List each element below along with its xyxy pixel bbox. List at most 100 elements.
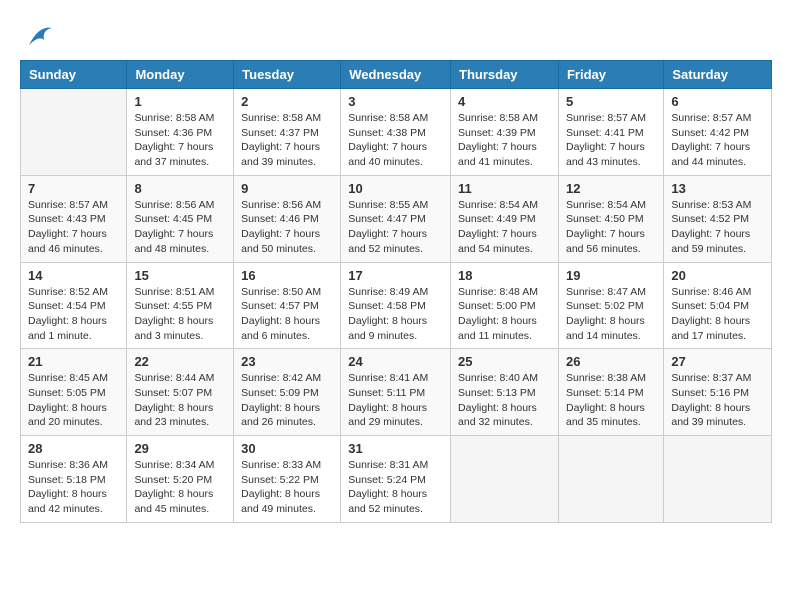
column-header-tuesday: Tuesday [234,61,341,89]
day-cell: 18 Sunrise: 8:48 AMSunset: 5:00 PMDayligh… [451,262,559,349]
day-info: Sunrise: 8:57 AMSunset: 4:41 PMDaylight:… [566,111,656,170]
page-header [20,20,772,50]
day-number: 7 [28,181,119,196]
day-cell: 9Sunrise: 8:56 AMSunset: 4:46 PMDaylight… [234,175,341,262]
day-cell: 16 Sunrise: 8:50 AMSunset: 4:57 PMDayligh… [234,262,341,349]
day-cell: 23 Sunrise: 8:42 AMSunset: 5:09 PMDayligh… [234,349,341,436]
day-number: 23 [241,354,333,369]
day-cell: 20Sunrise: 8:46 AMSunset: 5:04 PMDayligh… [664,262,772,349]
day-info: Sunrise: 8:34 AMSunset: 5:20 PMDaylight:… [134,458,226,517]
day-number: 24 [348,354,443,369]
day-info: Sunrise: 8:45 AMSunset: 5:05 PMDaylight:… [28,371,119,430]
day-cell: 25 Sunrise: 8:40 AMSunset: 5:13 PMDayligh… [451,349,559,436]
calendar-table: SundayMondayTuesdayWednesdayThursdayFrid… [20,60,772,523]
column-header-sunday: Sunday [21,61,127,89]
day-info: Sunrise: 8:47 AMSunset: 5:02 PMDaylight:… [566,285,656,344]
day-info: Sunrise: 8:40 AMSunset: 5:13 PMDaylight:… [458,371,551,430]
day-number: 31 [348,441,443,456]
day-info: Sunrise: 8:51 AMSunset: 4:55 PMDaylight:… [134,285,226,344]
day-number: 11 [458,181,551,196]
day-info: Sunrise: 8:49 AMSunset: 4:58 PMDaylight:… [348,285,443,344]
day-info: Sunrise: 8:58 AMSunset: 4:38 PMDaylight:… [348,111,443,170]
day-number: 14 [28,268,119,283]
day-number: 3 [348,94,443,109]
column-header-monday: Monday [127,61,234,89]
day-number: 22 [134,354,226,369]
day-info: Sunrise: 8:50 AMSunset: 4:57 PMDaylight:… [241,285,333,344]
day-info: Sunrise: 8:58 AMSunset: 4:39 PMDaylight:… [458,111,551,170]
day-info: Sunrise: 8:57 AMSunset: 4:43 PMDaylight:… [28,198,119,257]
day-number: 4 [458,94,551,109]
day-cell: 5 Sunrise: 8:57 AMSunset: 4:41 PMDaylight… [558,89,663,176]
day-cell: 1 Sunrise: 8:58 AMSunset: 4:36 PMDaylight… [127,89,234,176]
day-cell [21,89,127,176]
day-info: Sunrise: 8:53 AMSunset: 4:52 PMDaylight:… [671,198,764,257]
day-info: Sunrise: 8:48 AMSunset: 5:00 PMDaylight:… [458,285,551,344]
day-cell: 10 Sunrise: 8:55 AMSunset: 4:47 PMDayligh… [341,175,451,262]
logo-icon [24,20,54,50]
day-cell: 4 Sunrise: 8:58 AMSunset: 4:39 PMDaylight… [451,89,559,176]
day-cell: 3 Sunrise: 8:58 AMSunset: 4:38 PMDaylight… [341,89,451,176]
column-header-friday: Friday [558,61,663,89]
day-info: Sunrise: 8:33 AMSunset: 5:22 PMDaylight:… [241,458,333,517]
day-number: 5 [566,94,656,109]
day-info: Sunrise: 8:55 AMSunset: 4:47 PMDaylight:… [348,198,443,257]
day-info: Sunrise: 8:44 AMSunset: 5:07 PMDaylight:… [134,371,226,430]
day-number: 16 [241,268,333,283]
day-info: Sunrise: 8:52 AMSunset: 4:54 PMDaylight:… [28,285,119,344]
week-row-1: 1 Sunrise: 8:58 AMSunset: 4:36 PMDaylight… [21,89,772,176]
day-cell: 24 Sunrise: 8:41 AMSunset: 5:11 PMDayligh… [341,349,451,436]
day-info: Sunrise: 8:54 AMSunset: 4:50 PMDaylight:… [566,198,656,257]
day-info: Sunrise: 8:54 AMSunset: 4:49 PMDaylight:… [458,198,551,257]
day-number: 13 [671,181,764,196]
day-number: 8 [134,181,226,196]
day-cell: 31 Sunrise: 8:31 AMSunset: 5:24 PMDayligh… [341,436,451,523]
day-cell [558,436,663,523]
day-info: Sunrise: 8:42 AMSunset: 5:09 PMDaylight:… [241,371,333,430]
day-cell: 8 Sunrise: 8:56 AMSunset: 4:45 PMDaylight… [127,175,234,262]
day-info: Sunrise: 8:41 AMSunset: 5:11 PMDaylight:… [348,371,443,430]
day-cell [664,436,772,523]
day-cell: 6Sunrise: 8:57 AMSunset: 4:42 PMDaylight… [664,89,772,176]
day-cell: 17 Sunrise: 8:49 AMSunset: 4:58 PMDayligh… [341,262,451,349]
day-number: 27 [671,354,764,369]
day-number: 30 [241,441,333,456]
day-number: 18 [458,268,551,283]
day-cell: 19Sunrise: 8:47 AMSunset: 5:02 PMDayligh… [558,262,663,349]
day-number: 26 [566,354,656,369]
day-info: Sunrise: 8:31 AMSunset: 5:24 PMDaylight:… [348,458,443,517]
week-row-3: 14 Sunrise: 8:52 AMSunset: 4:54 PMDayligh… [21,262,772,349]
day-number: 17 [348,268,443,283]
day-cell [451,436,559,523]
day-info: Sunrise: 8:56 AMSunset: 4:45 PMDaylight:… [134,198,226,257]
column-header-saturday: Saturday [664,61,772,89]
calendar-header-row: SundayMondayTuesdayWednesdayThursdayFrid… [21,61,772,89]
day-cell: 2 Sunrise: 8:58 AMSunset: 4:37 PMDaylight… [234,89,341,176]
day-number: 12 [566,181,656,196]
day-number: 9 [241,181,333,196]
day-cell: 13 Sunrise: 8:53 AMSunset: 4:52 PMDayligh… [664,175,772,262]
day-number: 2 [241,94,333,109]
day-cell: 27Sunrise: 8:37 AMSunset: 5:16 PMDayligh… [664,349,772,436]
day-cell: 11 Sunrise: 8:54 AMSunset: 4:49 PMDayligh… [451,175,559,262]
week-row-2: 7 Sunrise: 8:57 AMSunset: 4:43 PMDaylight… [21,175,772,262]
day-cell: 14 Sunrise: 8:52 AMSunset: 4:54 PMDayligh… [21,262,127,349]
day-number: 25 [458,354,551,369]
day-info: Sunrise: 8:58 AMSunset: 4:36 PMDaylight:… [134,111,226,170]
day-number: 1 [134,94,226,109]
day-number: 20 [671,268,764,283]
day-cell: 30 Sunrise: 8:33 AMSunset: 5:22 PMDayligh… [234,436,341,523]
week-row-4: 21 Sunrise: 8:45 AMSunset: 5:05 PMDayligh… [21,349,772,436]
day-info: Sunrise: 8:38 AMSunset: 5:14 PMDaylight:… [566,371,656,430]
day-number: 21 [28,354,119,369]
day-info: Sunrise: 8:58 AMSunset: 4:37 PMDaylight:… [241,111,333,170]
day-cell: 29 Sunrise: 8:34 AMSunset: 5:20 PMDayligh… [127,436,234,523]
day-cell: 28Sunrise: 8:36 AMSunset: 5:18 PMDayligh… [21,436,127,523]
day-number: 10 [348,181,443,196]
day-number: 29 [134,441,226,456]
day-number: 6 [671,94,764,109]
day-info: Sunrise: 8:36 AMSunset: 5:18 PMDaylight:… [28,458,119,517]
day-number: 15 [134,268,226,283]
day-cell: 21 Sunrise: 8:45 AMSunset: 5:05 PMDayligh… [21,349,127,436]
column-header-thursday: Thursday [451,61,559,89]
